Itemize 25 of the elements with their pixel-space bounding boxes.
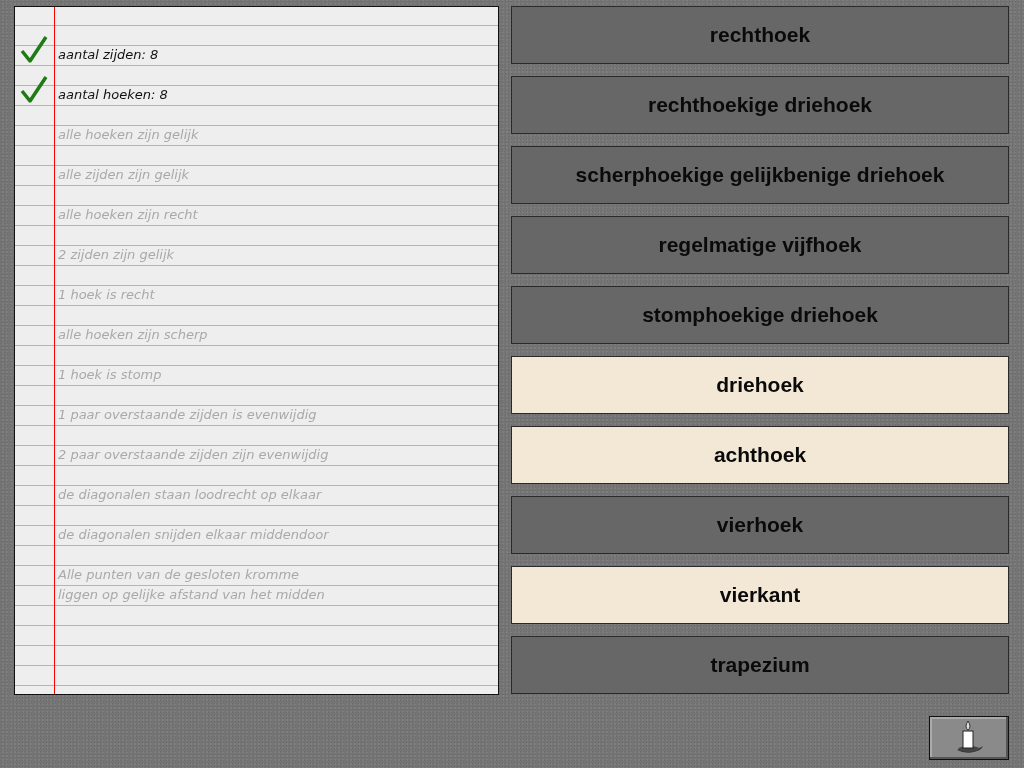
shape-button[interactable]: stomphoekige driehoek — [511, 286, 1009, 344]
property-text: 1 hoek is stomp — [57, 366, 163, 384]
shape-button[interactable]: rechthoek — [511, 6, 1009, 64]
shape-button[interactable]: regelmatige vijfhoek — [511, 216, 1009, 274]
shape-button[interactable]: driehoek — [511, 356, 1009, 414]
property-text: aantal zijden: 8 — [57, 46, 160, 64]
property-text: Alle punten van de gesloten kromme liggen op gelijke afstand van het midden — [56, 566, 326, 604]
shape-button[interactable]: trapezium — [511, 636, 1009, 694]
property-text: alle zijden zijn gelijk — [57, 166, 191, 184]
property-text: alle hoeken zijn scherp — [57, 326, 209, 344]
property-text: alle hoeken zijn recht — [57, 206, 199, 224]
property-text: de diagonalen snijden elkaar middendoor — [57, 526, 330, 544]
shape-button[interactable]: scherphoekige gelijkbenige driehoek — [511, 146, 1009, 204]
shape-button[interactable]: vierhoek — [511, 496, 1009, 554]
candle-button[interactable] — [929, 716, 1009, 760]
shape-button[interactable]: achthoek — [511, 426, 1009, 484]
property-text: alle hoeken zijn gelijk — [57, 126, 200, 144]
property-text: aantal hoeken: 8 — [57, 86, 169, 104]
property-text: 1 paar overstaande zijden is evenwijdig — [57, 406, 318, 424]
property-text: de diagonalen staan loodrecht op elkaar — [57, 486, 323, 504]
property-text: 2 paar overstaande zijden zijn evenwijdig — [57, 446, 330, 464]
shape-button[interactable]: vierkant — [511, 566, 1009, 624]
property-text: 2 zijden zijn gelijk — [57, 246, 176, 264]
property-text: 1 hoek is recht — [57, 286, 156, 304]
shape-button[interactable]: rechthoekige driehoek — [511, 76, 1009, 134]
